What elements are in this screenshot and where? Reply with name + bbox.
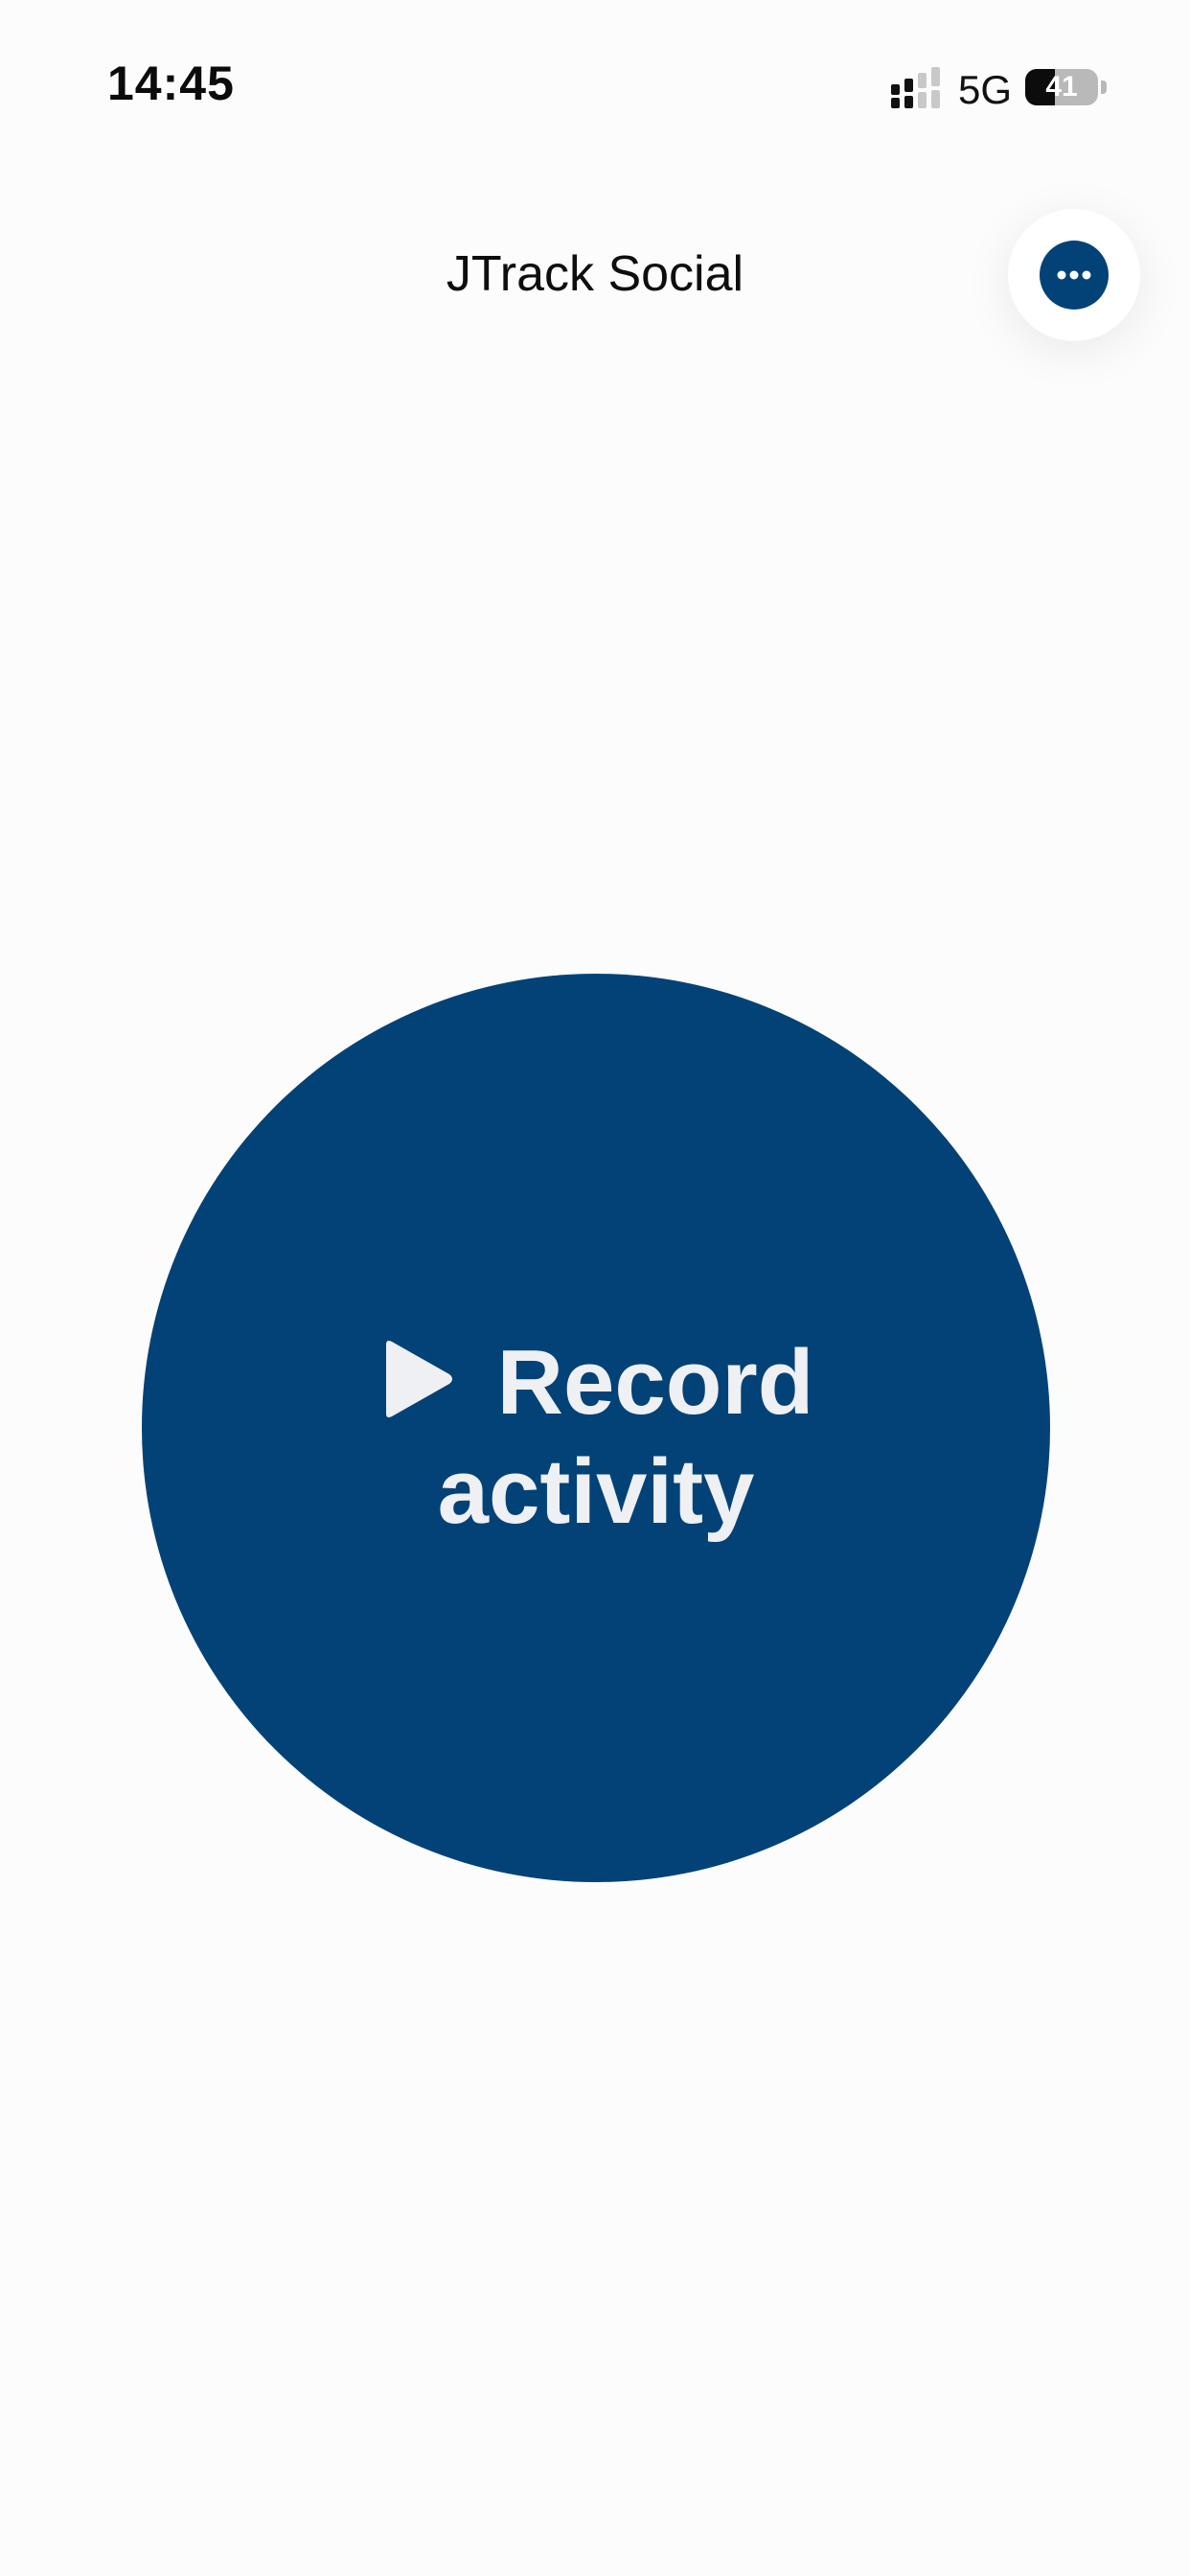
more-horizontal-icon — [1040, 241, 1109, 310]
record-line-1: Record — [142, 1328, 1050, 1438]
record-line-2: activity — [437, 1440, 755, 1543]
status-time: 14:45 — [107, 57, 235, 110]
record-activity-label: Record activity — [142, 1328, 1050, 1547]
status-bar: 14:45 5G 41 — [0, 0, 1190, 172]
battery-level: 41 — [1045, 71, 1078, 103]
record-label-text: Record — [496, 1331, 814, 1434]
more-options-button[interactable] — [1008, 209, 1140, 341]
network-type: 5G — [958, 67, 1013, 112]
play-icon — [385, 1341, 452, 1417]
battery-icon: 41 — [1025, 65, 1108, 109]
record-activity-button[interactable]: Record activity — [142, 974, 1050, 1882]
signal-bars-icon — [891, 67, 940, 108]
